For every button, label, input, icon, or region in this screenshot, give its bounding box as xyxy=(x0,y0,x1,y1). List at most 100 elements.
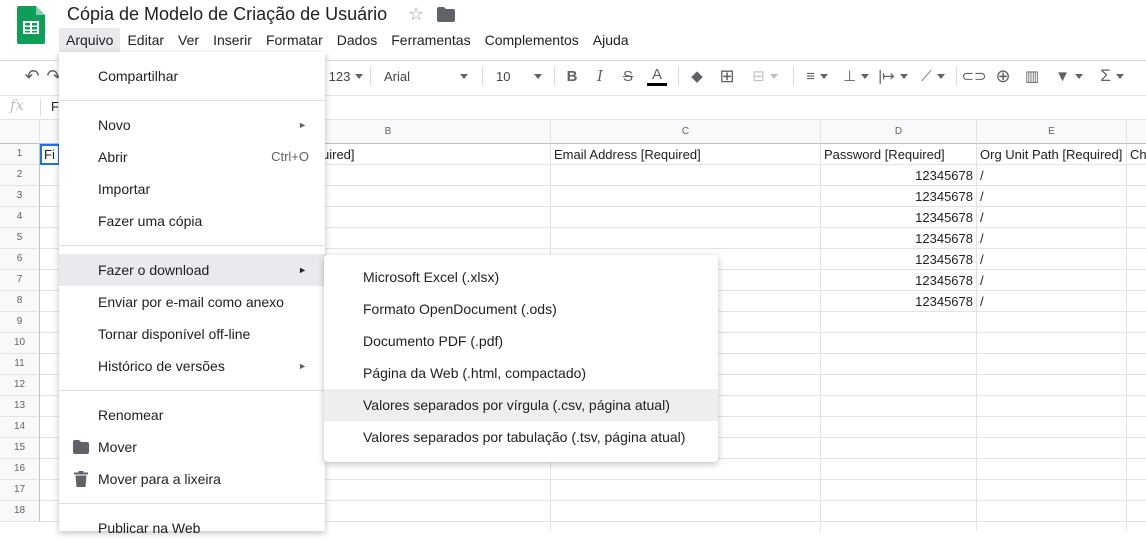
cell-a1[interactable]: Fi xyxy=(44,144,55,165)
submenu-arrow-icon: ► xyxy=(298,361,307,371)
menu-item-copy[interactable]: Fazer uma cópia xyxy=(59,205,325,237)
menu-formatar[interactable]: Formatar xyxy=(259,28,330,52)
download-pdf[interactable]: Documento PDF (.pdf) xyxy=(324,325,718,357)
column-header[interactable] xyxy=(1127,120,1146,144)
menu-editar[interactable]: Editar xyxy=(120,28,171,52)
number-format-dropdown[interactable]: 123 xyxy=(328,64,364,88)
download-tsv[interactable]: Valores separados por tabulação (.tsv, p… xyxy=(324,421,718,453)
menu-item-move[interactable]: Mover xyxy=(59,431,325,463)
row-header[interactable]: 13 xyxy=(0,396,40,417)
row-header[interactable]: 6 xyxy=(0,249,40,270)
menu-item-email[interactable]: Enviar por e-mail como anexo xyxy=(59,286,325,318)
horizontal-align-icon[interactable]: ≡ xyxy=(800,64,834,88)
menu-item-new[interactable]: Novo ► xyxy=(59,109,325,141)
formula-input[interactable]: F xyxy=(51,99,59,114)
insert-chart-icon[interactable]: ▥ xyxy=(1021,64,1043,88)
cell-password[interactable]: 12345678 xyxy=(821,270,973,291)
cell-org-unit-path[interactable]: / xyxy=(980,249,984,270)
menu-ver[interactable]: Ver xyxy=(171,28,206,52)
download-csv[interactable]: Valores separados por vírgula (.csv, pág… xyxy=(324,389,718,421)
row-header[interactable]: 8 xyxy=(0,291,40,312)
row-header[interactable]: 3 xyxy=(0,186,40,207)
menu-bar: Arquivo Editar Ver Inserir Formatar Dado… xyxy=(59,28,636,52)
sheets-logo-icon[interactable] xyxy=(17,6,45,44)
menu-dados[interactable]: Dados xyxy=(330,28,384,52)
cell-password[interactable]: 12345678 xyxy=(821,207,973,228)
row-header[interactable]: 4 xyxy=(0,207,40,228)
italic-icon[interactable]: I xyxy=(590,64,610,88)
document-title[interactable]: Cópia de Modelo de Criação de Usuário xyxy=(67,4,387,25)
fill-color-icon[interactable]: ◆ xyxy=(687,64,707,88)
menu-ajuda[interactable]: Ajuda xyxy=(586,28,636,52)
row-header[interactable]: 1 xyxy=(0,144,40,165)
menu-item-publish[interactable]: Publicar na Web xyxy=(59,512,325,544)
cell-d1[interactable]: Password [Required] xyxy=(824,144,945,165)
font-size-dropdown[interactable]: 10 xyxy=(490,64,548,88)
cell-password[interactable]: 12345678 xyxy=(821,291,973,312)
undo-icon[interactable]: ↶ xyxy=(20,64,44,88)
row-header[interactable]: 9 xyxy=(0,312,40,333)
insert-comment-icon[interactable]: ⊕ xyxy=(992,64,1014,88)
cell-c1[interactable]: Email Address [Required] xyxy=(554,144,701,165)
row-header[interactable]: 10 xyxy=(0,333,40,354)
cell-b1[interactable]: uired] xyxy=(322,144,355,165)
menu-ferramentas[interactable]: Ferramentas xyxy=(384,28,477,52)
cell-org-unit-path[interactable]: / xyxy=(980,207,984,228)
row-header[interactable]: 12 xyxy=(0,375,40,396)
column-header-e[interactable]: E xyxy=(977,120,1127,144)
cell-org-unit-path[interactable]: / xyxy=(980,228,984,249)
row-header[interactable]: 11 xyxy=(0,354,40,375)
menu-item-share[interactable]: Compartilhar xyxy=(59,60,325,92)
insert-link-icon[interactable]: ⊂⊃ xyxy=(961,64,986,88)
menu-complementos[interactable]: Complementos xyxy=(478,28,586,52)
cell-org-unit-path[interactable]: / xyxy=(980,291,984,312)
cell-org-unit-path[interactable]: / xyxy=(980,270,984,291)
row-header[interactable]: 17 xyxy=(0,480,40,501)
row-header[interactable]: 18 xyxy=(0,501,40,522)
bold-icon[interactable]: B xyxy=(562,64,582,88)
row-header[interactable]: 5 xyxy=(0,228,40,249)
menu-inserir[interactable]: Inserir xyxy=(206,28,259,52)
menu-item-import[interactable]: Importar xyxy=(59,173,325,205)
folder-icon[interactable] xyxy=(437,7,455,22)
merge-cells-icon[interactable]: ⊟ xyxy=(745,64,785,88)
borders-icon[interactable]: ⊞ xyxy=(716,64,738,88)
font-family-dropdown[interactable]: Arial xyxy=(378,64,474,88)
fx-icon: fx xyxy=(10,96,25,114)
cell-password[interactable]: 12345678 xyxy=(821,249,973,270)
row-header[interactable]: 15 xyxy=(0,438,40,459)
cell-password[interactable]: 12345678 xyxy=(821,165,973,186)
select-all-corner[interactable] xyxy=(0,120,40,144)
text-rotation-icon[interactable]: ⟋ xyxy=(916,64,950,88)
download-html[interactable]: Página da Web (.html, compactado) xyxy=(324,357,718,389)
functions-icon[interactable]: Σ xyxy=(1095,64,1129,88)
vertical-align-icon[interactable]: ⊥ xyxy=(840,64,872,88)
star-icon[interactable]: ☆ xyxy=(408,4,424,25)
text-wrap-icon[interactable]: |↦ xyxy=(876,64,910,88)
download-ods[interactable]: Formato OpenDocument (.ods) xyxy=(324,293,718,325)
filter-icon[interactable]: ▼ xyxy=(1050,64,1088,88)
column-header-d[interactable]: D xyxy=(821,120,977,144)
menu-item-open[interactable]: Abrir Ctrl+O xyxy=(59,141,325,173)
strikethrough-icon[interactable]: S xyxy=(618,64,638,88)
row-header[interactable]: 16 xyxy=(0,459,40,480)
cell-org-unit-path[interactable]: / xyxy=(980,165,984,186)
cell-e1[interactable]: Org Unit Path [Required] xyxy=(980,144,1122,165)
menu-arquivo[interactable]: Arquivo xyxy=(59,28,121,52)
menu-item-version-history[interactable]: Histórico de versões ► xyxy=(59,350,325,382)
submenu-arrow-icon: ► xyxy=(298,120,307,130)
row-header[interactable]: 14 xyxy=(0,417,40,438)
cell-f1[interactable]: Ch xyxy=(1130,144,1146,165)
menu-item-download[interactable]: Fazer o download ► xyxy=(59,254,325,286)
download-xlsx[interactable]: Microsoft Excel (.xlsx) xyxy=(324,261,718,293)
menu-item-offline[interactable]: Tornar disponível off-line xyxy=(59,318,325,350)
row-header[interactable]: 7 xyxy=(0,270,40,291)
menu-item-trash[interactable]: Mover para a lixeira xyxy=(59,463,325,495)
row-header[interactable]: 2 xyxy=(0,165,40,186)
cell-org-unit-path[interactable]: / xyxy=(980,186,984,207)
menu-item-rename[interactable]: Renomear xyxy=(59,399,325,431)
cell-password[interactable]: 12345678 xyxy=(821,228,973,249)
column-header-c[interactable]: C xyxy=(551,120,821,144)
cell-password[interactable]: 12345678 xyxy=(821,186,973,207)
text-color-icon[interactable]: A xyxy=(646,64,668,88)
